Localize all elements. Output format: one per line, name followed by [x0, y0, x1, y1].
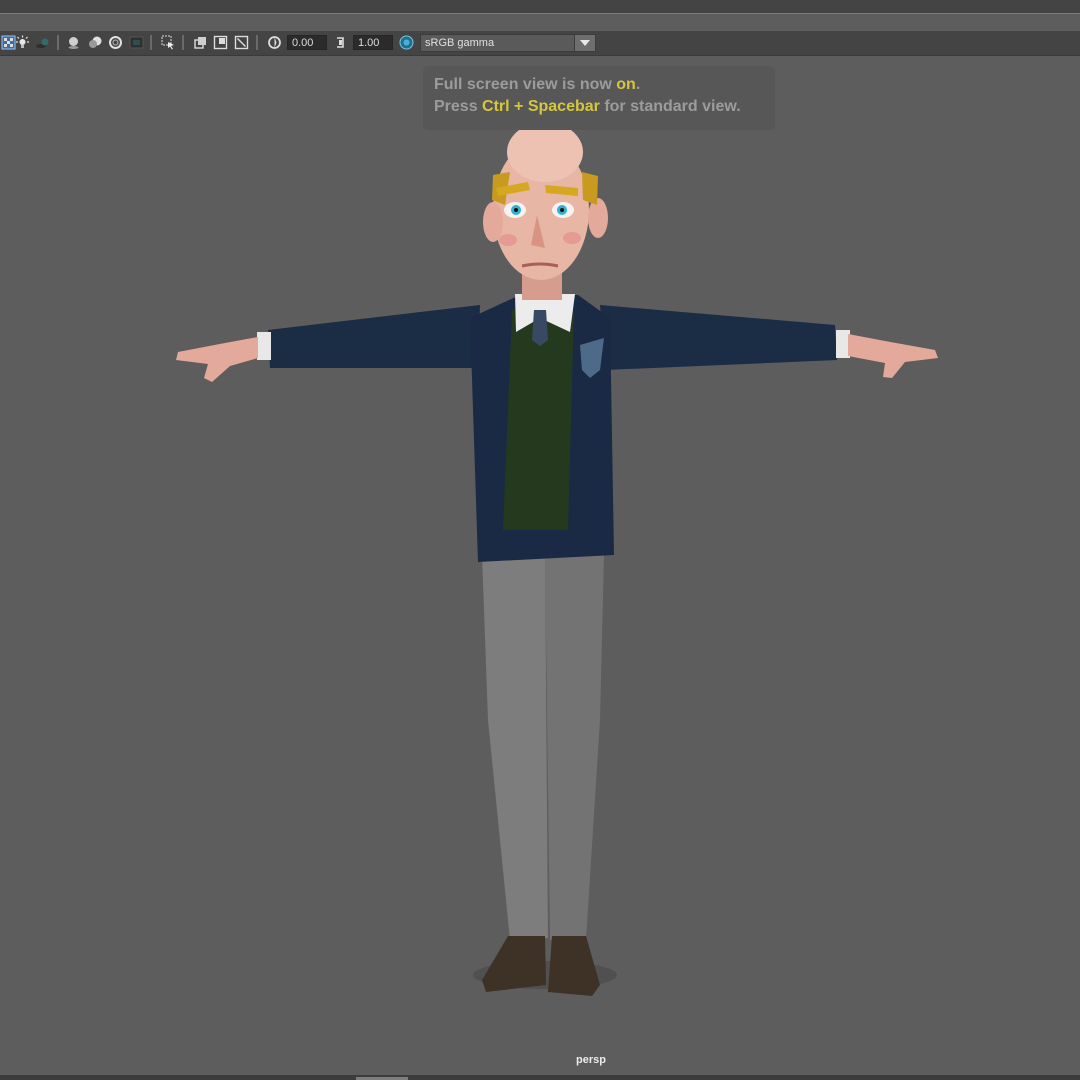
camera-label: persp	[576, 1054, 606, 1066]
fullscreen-notice: Full screen view is now on. Press Ctrl +…	[423, 66, 775, 130]
character-model[interactable]	[0, 0, 1080, 1080]
bottom-bar	[0, 1075, 1080, 1080]
fullscreen-notice-line2: Press Ctrl + Spacebar for standard view.	[434, 98, 741, 115]
fullscreen-notice-line1: Full screen view is now on.	[434, 76, 641, 93]
